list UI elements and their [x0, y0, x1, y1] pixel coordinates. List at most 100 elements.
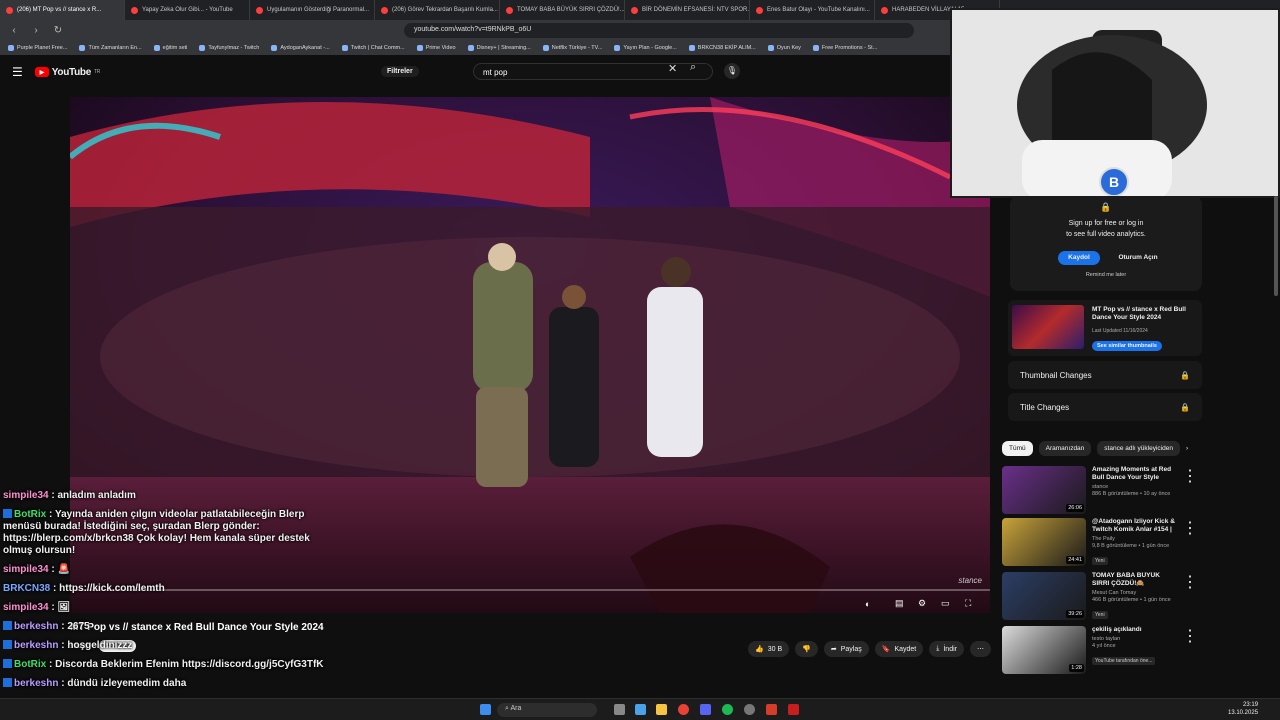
tab-label: (206) Görev Tekrardan Başarılı Kumla...: [392, 7, 498, 13]
bookmark-item[interactable]: Free Promotions - St...: [812, 44, 877, 51]
similar-thumbnails-button[interactable]: See similar thumbnails: [1092, 341, 1162, 351]
bookmark-label: Twitch | Chat Comm...: [350, 44, 405, 51]
taskbar-clock[interactable]: 23:19 13.10.2025: [1228, 701, 1258, 717]
chrome-icon[interactable]: [678, 704, 689, 715]
chat-text: 🚨: [57, 563, 70, 575]
promo-thumbnail[interactable]: [1012, 305, 1084, 349]
task-view-icon[interactable]: [614, 704, 625, 715]
taskbar-search[interactable]: ⌕ Ara: [497, 703, 597, 717]
more-options-icon[interactable]: ⋮: [1182, 572, 1198, 620]
forward-icon[interactable]: ›: [30, 25, 42, 36]
tab-label: Uygulamanın Gösterdiği Paranormal...: [267, 7, 370, 13]
bookmark-item[interactable]: Tüm Zamanların En...: [79, 44, 142, 51]
recommendation-item[interactable]: 39:26 TOMAY BABA BÜYÜK SIRRI ÇÖZDÜ!🙈 w/Mr…: [1002, 572, 1198, 620]
browser-tab[interactable]: Yapay Zeka Olur Gibi... - YouTube: [125, 0, 250, 20]
save-button[interactable]: 🔖 Kaydet: [874, 641, 924, 657]
clear-search-icon[interactable]: ✕: [668, 62, 677, 75]
tab-label: Enes Batur Olayı - YouTube Kanalını...: [767, 7, 870, 13]
theater-mode-icon[interactable]: ▭: [941, 598, 950, 609]
bookmark-item[interactable]: Purple Planet Free...: [8, 44, 67, 51]
app-icon[interactable]: [788, 704, 799, 715]
file-explorer-icon[interactable]: [656, 704, 667, 715]
tab-label: Yapay Zeka Olur Gibi... - YouTube: [142, 7, 233, 13]
bookmark-item[interactable]: AydoganAykanat -...: [271, 44, 330, 51]
bookmark-item[interactable]: eğitim seti: [153, 44, 187, 51]
chat-message: BRKCN38 : https://kick.com/lemth: [0, 579, 340, 598]
more-options-icon[interactable]: ⋮: [1182, 626, 1198, 674]
bookmark-item[interactable]: Twitch | Chat Comm...: [341, 44, 405, 51]
analytics-signin-card: 🔒 Sign up for free or log in to see full…: [1010, 196, 1202, 291]
thumbnail-changes-row[interactable]: Thumbnail Changes 🔒: [1008, 361, 1202, 389]
stream-chat-overlay: simpile34 : anladım anladım BotRix : Yayı…: [0, 486, 340, 693]
recommendation-item[interactable]: 26:06 Amazing Moments at Red Bull Dance Y…: [1002, 466, 1198, 514]
filters-button[interactable]: Filtreler: [381, 66, 419, 77]
more-options-icon[interactable]: ⋮: [1182, 466, 1198, 514]
title-changes-row[interactable]: Title Changes 🔒: [1008, 393, 1202, 421]
download-button[interactable]: ⤓ İndir: [929, 641, 964, 657]
chat-badge-icon: [3, 508, 12, 518]
start-icon[interactable]: [480, 704, 491, 715]
subtitles-icon[interactable]: ▤: [895, 598, 904, 609]
more-options-icon[interactable]: ⋮: [1182, 518, 1198, 566]
signup-button[interactable]: Kaydol: [1058, 251, 1100, 265]
recommendation-thumbnail[interactable]: 26:06: [1002, 466, 1086, 514]
browser-tab[interactable]: TOMAY BABA BÜYÜK SIRRI ÇÖZDÜ!...: [500, 0, 625, 20]
recommendation-thumbnail[interactable]: 1:28: [1002, 626, 1086, 674]
settings-gear-icon[interactable]: ⚙: [918, 598, 926, 609]
search-icon[interactable]: ⌕: [690, 61, 696, 74]
like-button[interactable]: 👍 30 B: [748, 641, 790, 657]
spotify-icon[interactable]: [722, 704, 733, 715]
login-button[interactable]: Oturum Açın: [1114, 251, 1162, 265]
recommendation-thumbnail[interactable]: 24:41: [1002, 518, 1086, 566]
bookmark-item[interactable]: Yayın Plan - Google...: [614, 44, 677, 51]
browser-tab[interactable]: (206) MT Pop vs // stance x R...: [0, 0, 125, 20]
url-field[interactable]: youtube.com/watch?v=t9RNkPB_o6U: [404, 22, 914, 38]
bookmark-item[interactable]: Tayfunylmaz - Twitch: [199, 44, 259, 51]
address-bar: ‹ › ↻ youtube.com/watch?v=t9RNkPB_o6U: [0, 20, 950, 40]
discord-icon[interactable]: [700, 704, 711, 715]
bookmark-label: Tüm Zamanların En...: [88, 44, 142, 51]
page-scrollbar[interactable]: [1274, 196, 1278, 296]
browser-tab[interactable]: (206) Görev Tekrardan Başarılı Kumla...: [375, 0, 500, 20]
chat-username: BotRix: [14, 658, 47, 670]
bookmark-item[interactable]: BRKCN38 EKİP ALIM...: [688, 44, 756, 51]
chip-from-search[interactable]: Aramanızdan: [1038, 441, 1092, 456]
chip-all[interactable]: Tümü: [1002, 441, 1033, 456]
bookmark-item[interactable]: Disney+ | Streaming...: [467, 44, 531, 51]
recommendation-meta: 466 B görüntüleme • 1 gün önce: [1092, 597, 1171, 603]
chat-message: berkeshn : dündü izleyemedim daha: [0, 674, 340, 693]
obs-icon[interactable]: [744, 704, 755, 715]
more-options-icon[interactable]: ⋯: [969, 641, 991, 657]
microphone-icon[interactable]: 🎙: [724, 63, 740, 79]
video-watermark: stance: [958, 576, 982, 585]
recommendation-item[interactable]: 1:28 çekiliş açıklandı testo taylan 4 yıl ö…: [1002, 626, 1198, 674]
reload-icon[interactable]: ↻: [52, 25, 64, 36]
bookmark-icon: [812, 44, 819, 51]
tab-favicon-icon: [506, 6, 513, 14]
fullscreen-icon[interactable]: ⛶: [965, 598, 971, 609]
chevron-right-icon[interactable]: ›: [1186, 445, 1188, 452]
bookmark-item[interactable]: Prime Video: [416, 44, 456, 51]
remind-later-link[interactable]: Remind me later: [1010, 272, 1202, 278]
chat-text: https://kick.com/lemth: [59, 582, 165, 594]
brave-icon[interactable]: [766, 704, 777, 715]
copilot-icon[interactable]: [635, 704, 646, 715]
recommendation-item[interactable]: 24:41 @Atadogann İzliyor Kick & Twitch Ko…: [1002, 518, 1198, 566]
recommendation-thumbnail[interactable]: 39:26: [1002, 572, 1086, 620]
browser-tab[interactable]: Enes Batur Olayı - YouTube Kanalını...: [750, 0, 875, 20]
hamburger-menu-icon[interactable]: ☰: [12, 65, 23, 79]
webcam-overlay: B: [950, 8, 1280, 198]
tab-favicon-icon: [756, 6, 763, 14]
bookmark-item[interactable]: Netflix Türkiye - TV...: [542, 44, 602, 51]
chat-badge-icon: [3, 639, 12, 649]
browser-tab[interactable]: Uygulamanın Gösterdiği Paranormal...: [250, 0, 375, 20]
bookmark-item[interactable]: Oyun Key: [767, 44, 801, 51]
share-button[interactable]: ➦ Paylaş: [823, 641, 869, 657]
bookmark-icon: [688, 44, 695, 51]
autoplay-toggle[interactable]: ◐: [865, 599, 870, 609]
youtube-logo[interactable]: ▶ YouTube TR: [34, 67, 100, 78]
browser-tab[interactable]: BİR DÖNEMİN EFSANESİ: NTV SPOR...: [625, 0, 750, 20]
dislike-button[interactable]: 👎: [795, 641, 818, 657]
back-icon[interactable]: ‹: [8, 25, 20, 36]
chip-from-uploader[interactable]: stance adlı yükleyiciden: [1097, 441, 1180, 456]
